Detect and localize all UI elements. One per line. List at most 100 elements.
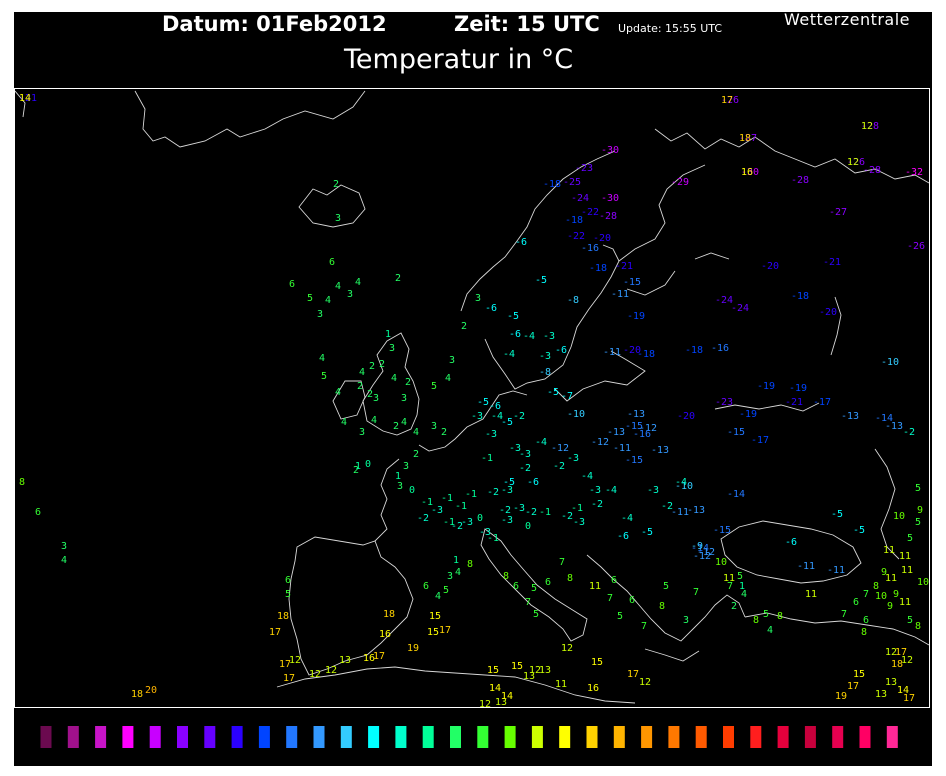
station-temperature: 11	[805, 589, 817, 600]
station-temperature: 6	[611, 575, 617, 586]
legend-swatch	[477, 726, 489, 748]
station-temperature: 2	[379, 359, 385, 370]
station-temperature: 1	[355, 461, 361, 472]
station-temperature: 4	[435, 591, 441, 602]
legend-label: -12	[312, 754, 327, 764]
legend-swatch	[313, 726, 325, 748]
station-temperature: 0	[409, 485, 415, 496]
station-temperature: -14	[875, 413, 893, 424]
legend-label: 12	[532, 754, 543, 764]
station-temperature: -20	[761, 261, 779, 272]
station-temperature: 4	[335, 281, 341, 292]
legend-swatch	[695, 726, 707, 748]
station-temperature: -2	[661, 501, 673, 512]
legend-label: -21	[230, 754, 245, 764]
legend-swatch	[286, 726, 298, 748]
station-temperature: -1	[487, 533, 499, 544]
station-temperature: 18	[131, 689, 143, 700]
station-temperature: 8	[19, 477, 25, 488]
station-temperature: -3	[589, 485, 601, 496]
station-temperature: 0	[365, 459, 371, 470]
station-temperature: -27	[829, 207, 847, 218]
legend-label: -24	[202, 754, 217, 764]
station-temperature: 14	[489, 683, 501, 694]
legend-swatch	[204, 726, 216, 748]
station-temperature: 5	[915, 517, 921, 528]
map-canvas[interactable]: -21 -26-27-28-30-26-28-28 -32-27-29-30-25-…	[15, 89, 929, 707]
legend-label: -39	[66, 754, 81, 764]
legend-swatch	[777, 726, 789, 748]
station-temperature: 11	[589, 581, 601, 592]
station-temperature: -26	[907, 241, 925, 252]
station-temperature: 9	[887, 601, 893, 612]
station-temperature: -16	[581, 243, 599, 254]
station-temperature: -13	[651, 445, 669, 456]
station-temperature: 18	[739, 133, 751, 144]
station-temperature: 16	[741, 167, 753, 178]
map-title: Temperatur in °C	[344, 44, 574, 75]
station-temperature: 17	[373, 651, 385, 662]
legend-swatch	[832, 726, 844, 748]
station-temperature: -5	[853, 525, 865, 536]
station-temperature: 4	[61, 555, 67, 566]
temperature-map[interactable]: -21 -26 -27 -28 -30 -26 -28 -28 -32 -27 -29 -30 -25-…	[14, 88, 930, 708]
legend-swatch	[723, 726, 734, 748]
station-temperature: 3	[359, 427, 365, 438]
station-temperature: -3	[431, 505, 443, 516]
station-temperature: -1	[481, 453, 493, 464]
station-temperature: -23	[575, 163, 593, 174]
station-temperature: 5	[285, 589, 291, 600]
station-temperature: 0	[477, 513, 483, 524]
legend-label: -3	[396, 754, 405, 764]
station-temperature: -18	[589, 263, 607, 274]
station-temperature: -1	[465, 489, 477, 500]
station-temperatures: -21 -26-27-28-30-26-28-28 -32-27-29-30-25-…	[19, 93, 929, 707]
station-temperature: 15	[429, 611, 441, 622]
station-temperature: -15	[623, 277, 641, 288]
station-temperature: 13	[339, 655, 351, 666]
station-temperature: -1	[455, 501, 467, 512]
legend-swatch	[340, 726, 352, 748]
station-temperature: 1	[453, 555, 459, 566]
legend-label: 36	[750, 754, 762, 764]
station-temperature: 4	[319, 353, 325, 364]
station-temperature: 4	[359, 367, 365, 378]
station-temperature: -8	[567, 295, 579, 306]
station-temperature: -6	[617, 531, 629, 542]
legend-label: 33	[723, 754, 734, 764]
station-temperature: -29	[671, 177, 689, 188]
station-temperature: 16	[587, 683, 599, 694]
station-temperature: -3	[573, 517, 585, 528]
station-temperature: 8	[861, 627, 867, 638]
station-temperature: 5	[443, 585, 449, 596]
station-temperature: -20	[593, 233, 611, 244]
station-temperature: 17	[903, 693, 915, 704]
station-temperature: -19	[627, 311, 645, 322]
station-temperature: 6	[863, 615, 869, 626]
legend-label: 45	[832, 754, 843, 764]
legend-swatch	[559, 726, 571, 748]
station-temperature: 4	[741, 589, 747, 600]
station-temperature: -28	[599, 211, 617, 222]
station-temperature: 4	[445, 373, 451, 384]
station-temperature: -18	[637, 349, 655, 360]
station-temperature: 7	[559, 557, 565, 568]
station-temperature: 5	[533, 609, 539, 620]
station-temperature: 10	[875, 591, 887, 602]
station-temperature: 5	[907, 615, 913, 626]
station-temperature: 2	[441, 427, 447, 438]
station-temperature: -3	[501, 485, 513, 496]
station-temperature: -4	[523, 331, 535, 342]
legend-swatch	[641, 726, 653, 748]
station-temperature: 11	[885, 573, 897, 584]
station-temperature: 7	[607, 593, 613, 604]
legend-swatch	[859, 726, 871, 748]
legend-label: -6	[369, 754, 378, 764]
station-temperature: 7	[641, 621, 647, 632]
station-temperature: 6	[329, 257, 335, 268]
station-temperature: 5	[617, 611, 623, 622]
station-temperature: 17	[439, 625, 451, 636]
station-temperature: -30	[601, 193, 619, 204]
station-temperature: -4	[605, 485, 617, 496]
legend-label: 0	[425, 754, 431, 764]
